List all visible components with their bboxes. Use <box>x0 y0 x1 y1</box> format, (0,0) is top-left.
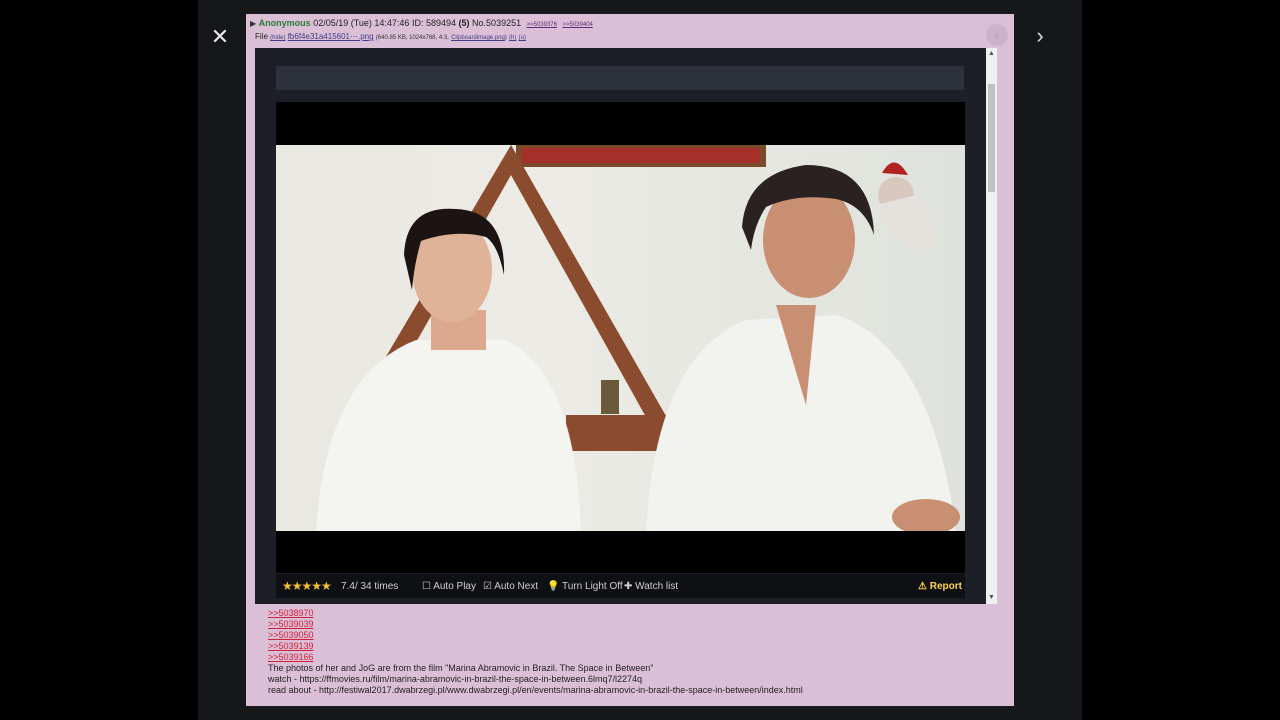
u-link[interactable]: (u) <box>519 35 526 41</box>
embed-scrollbar[interactable]: ▲ ▼ <box>986 48 997 604</box>
comment-line[interactable]: read about - http://festiwal2017.dwabrze… <box>268 685 803 696</box>
player-controls: ★★★★★ 7.4/ 34 times ☐ Auto Play ☑ Auto N… <box>276 574 965 598</box>
auto-next-checkbox[interactable]: ☑ Auto Next <box>483 581 538 592</box>
hide-file-link[interactable]: (hide) <box>270 35 285 41</box>
post-datetime: 02/05/19 (Tue) 14:47:46 <box>313 18 410 28</box>
reply-link[interactable]: >>5038970 <box>268 608 314 619</box>
close-icon[interactable]: ✕ <box>209 26 231 48</box>
post-number[interactable]: No.5039251 <box>472 18 521 28</box>
backlink[interactable]: >>5039376 <box>527 22 557 28</box>
file-name-link[interactable]: fb6f4e31a415601⋯.png <box>288 32 374 41</box>
embedded-player: ★★★★★ 7.4/ 34 times ☐ Auto Play ☑ Auto N… <box>255 48 997 604</box>
scroll-up-icon[interactable]: ▲ <box>986 48 997 60</box>
post-id[interactable]: ID: 589494 <box>412 18 456 28</box>
backlink[interactable]: >>5039404 <box>563 22 593 28</box>
video-frame[interactable] <box>276 102 965 573</box>
reply-links: >>5038970 >>5039039 >>5039050 >>5039139 … <box>268 608 314 663</box>
file-meta-close: ) <box>504 35 507 41</box>
poster-name: Anonymous <box>258 18 311 28</box>
chevron-right-icon[interactable]: › <box>1030 24 1050 48</box>
triangle-icon[interactable]: ▶ <box>250 19 256 28</box>
file-info: File (hide) fb6f4e31a415601⋯.png (640.85… <box>255 32 526 41</box>
post-id-count: (5) <box>458 18 470 28</box>
post: ▶ Anonymous 02/05/19 (Tue) 14:47:46 ID: … <box>246 14 1014 706</box>
comment-line[interactable]: watch - https://ffmovies.ru/film/marina-… <box>268 674 803 685</box>
reply-link[interactable]: >>5039039 <box>268 619 314 630</box>
reply-link[interactable]: >>5039166 <box>268 652 314 663</box>
post-comment: The photos of her and JoG are from the f… <box>268 663 803 696</box>
h-link[interactable]: (h) <box>509 35 516 41</box>
scroll-thumb[interactable] <box>988 84 995 192</box>
auto-play-checkbox[interactable]: ☐ Auto Play <box>422 581 476 592</box>
rating-text: 7.4/ 34 times <box>341 581 399 592</box>
report-button[interactable]: ⚠ Report <box>918 581 962 592</box>
original-filename-link[interactable]: Clipboardimage.png <box>451 35 505 41</box>
comment-line: The photos of her and JoG are from the f… <box>268 663 654 673</box>
watch-list-button[interactable]: ✚ Watch list <box>624 581 678 592</box>
post-header: ▶ Anonymous 02/05/19 (Tue) 14:47:46 ID: … <box>250 18 593 28</box>
scroll-down-icon[interactable]: ▼ <box>986 592 997 604</box>
video-image <box>316 145 960 531</box>
reply-link[interactable]: >>5039139 <box>268 641 314 652</box>
turn-light-off-button[interactable]: 💡 Turn Light Off <box>547 581 623 592</box>
file-label: File <box>255 32 268 41</box>
prev-circle-icon[interactable]: ‹ <box>986 24 1008 46</box>
player-top-bar <box>276 66 964 90</box>
reply-link[interactable]: >>5039050 <box>268 630 314 641</box>
rating-stars[interactable]: ★★★★★ <box>282 579 332 593</box>
video-still <box>276 145 965 531</box>
file-meta: (640.85 KB, 1024x768, 4:3, <box>375 35 449 41</box>
